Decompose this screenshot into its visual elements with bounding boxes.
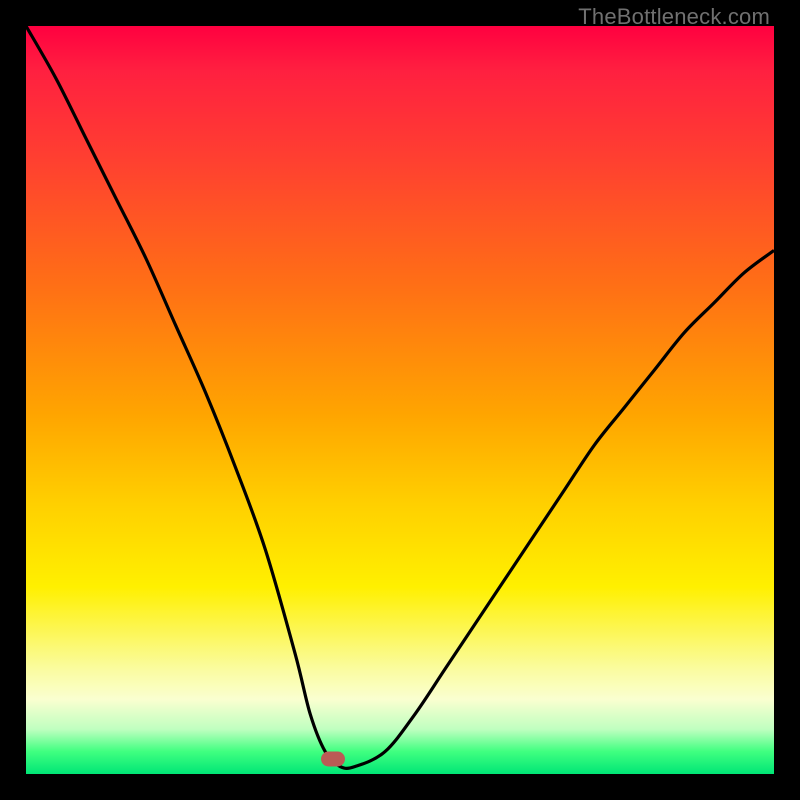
chart-frame: TheBottleneck.com <box>0 0 800 800</box>
plot-area <box>26 26 774 774</box>
attribution-text: TheBottleneck.com <box>578 4 770 30</box>
bottleneck-curve <box>26 26 774 774</box>
optimal-marker <box>321 752 345 767</box>
